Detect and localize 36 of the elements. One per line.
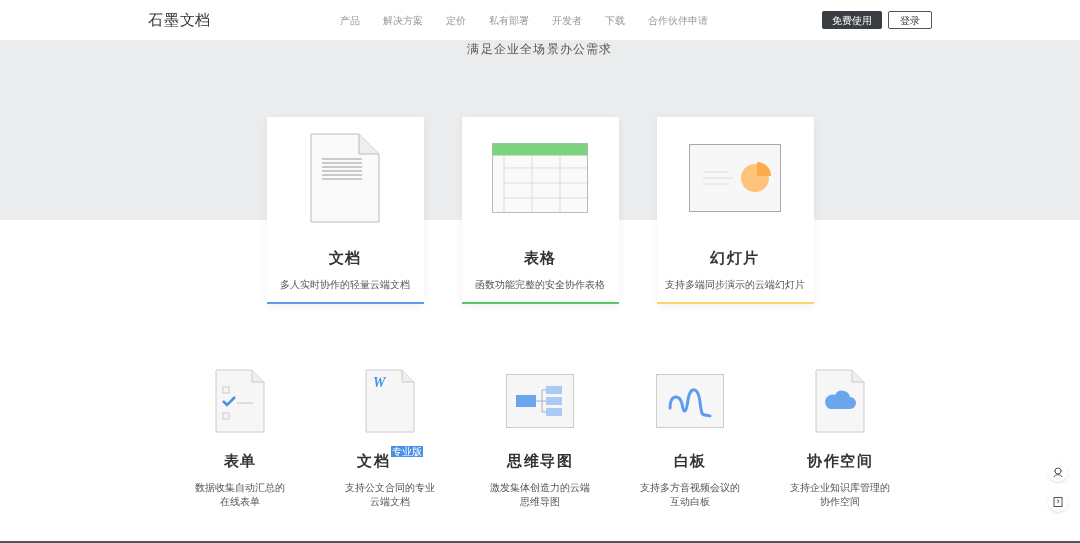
mind-map-icon bbox=[506, 374, 574, 428]
product-description: 多人实时协作的轻量云端文档 bbox=[280, 277, 410, 292]
pro-badge: 专业版 bbox=[391, 446, 423, 457]
page-icon bbox=[365, 369, 415, 433]
product-title: 幻灯片 bbox=[710, 248, 760, 269]
feature-title: 文档 bbox=[357, 451, 390, 472]
product-title: 文档 bbox=[328, 248, 362, 269]
logo[interactable]: 石墨文档 bbox=[148, 8, 328, 32]
feature-item[interactable]: 思维导图 激发集体创造力的云端 思维导图 bbox=[485, 366, 595, 509]
product-card[interactable]: 文档 多人实时协作的轻量云端文档 bbox=[266, 117, 424, 304]
support-icon[interactable] bbox=[1048, 462, 1068, 482]
feature-item[interactable]: 白板 支持多方音视频会议的 互动白板 bbox=[635, 366, 745, 509]
product-title: 表格 bbox=[523, 248, 557, 269]
feature-description: 支持多方音视频会议的 互动白板 bbox=[640, 480, 740, 509]
feature-description: 支持公文合同的专业 云端文档 bbox=[345, 480, 435, 509]
feature-description: 支持企业知识库管理的 协作空间 bbox=[790, 480, 890, 509]
product-description: 支持多端同步演示的云端幻灯片 bbox=[665, 277, 805, 292]
free-trial-button[interactable]: 免费使用 bbox=[822, 11, 882, 29]
feature-description: 激发集体创造力的云端 思维导图 bbox=[490, 480, 590, 509]
cloud-page-icon bbox=[815, 369, 865, 433]
product-card[interactable]: 幻灯片 支持多端同步演示的云端幻灯片 bbox=[656, 117, 814, 304]
checklist-page-icon bbox=[215, 369, 265, 433]
feature-title: 协作空间 bbox=[807, 451, 873, 472]
feature-description: 数据收集自动汇总的 在线表单 bbox=[195, 480, 285, 509]
login-button[interactable]: 登录 bbox=[888, 11, 932, 29]
squiggle-board-icon bbox=[656, 374, 724, 428]
feature-item[interactable]: 表单 数据收集自动汇总的 在线表单 bbox=[185, 366, 295, 509]
w-letter: W bbox=[373, 375, 386, 390]
feature-title: 白板 bbox=[673, 451, 707, 472]
help-icon[interactable] bbox=[1048, 492, 1068, 512]
product-description: 函数功能完整的安全协作表格 bbox=[475, 277, 605, 292]
hero-subtitle: 满足企业全场景办公需求 bbox=[467, 42, 613, 56]
feature-item[interactable]: 协作空间 支持企业知识库管理的 协作空间 bbox=[785, 366, 895, 509]
feature-title: 表单 bbox=[223, 451, 257, 472]
product-card[interactable]: 表格 函数功能完整的安全协作表格 bbox=[461, 117, 619, 304]
feature-title: 思维导图 bbox=[507, 451, 573, 472]
